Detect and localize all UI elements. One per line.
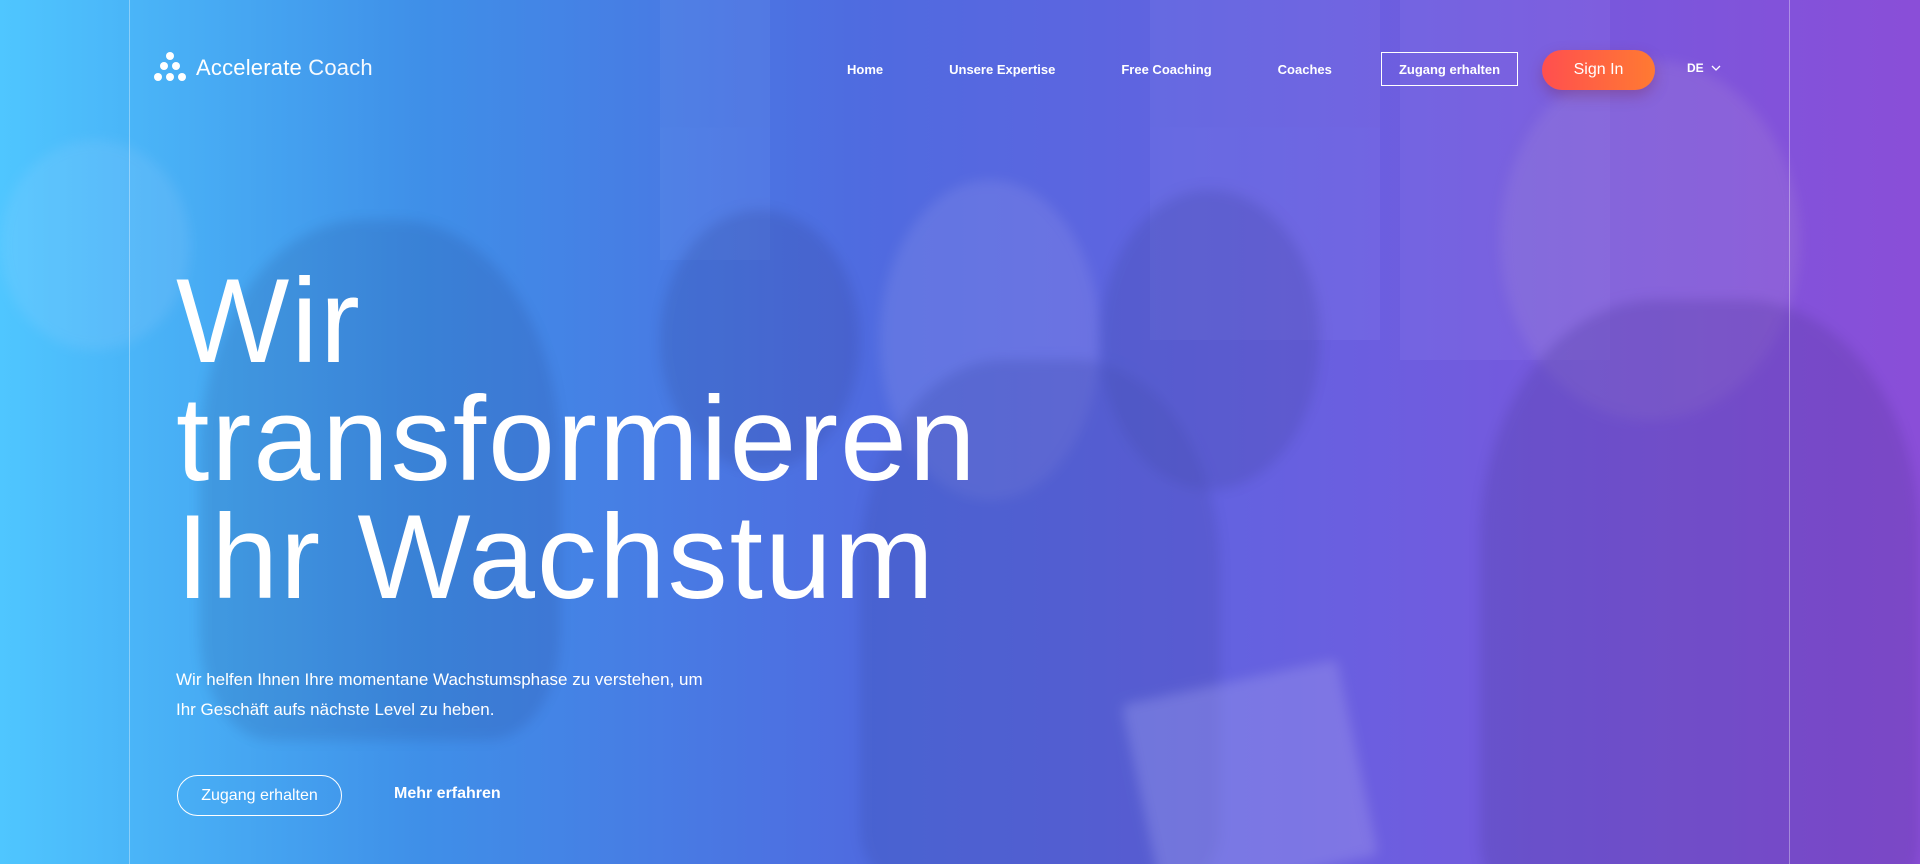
main-nav: Home Unsere Expertise Free Coaching Coac…: [820, 51, 1398, 87]
hero-headline-line: Ihr Wachstum: [176, 490, 936, 624]
nav-home[interactable]: Home: [847, 62, 883, 77]
get-access-cta-button[interactable]: Zugang erhalten: [177, 775, 342, 816]
chevron-down-icon: [1711, 65, 1721, 71]
brand-name: Accelerate Coach: [196, 55, 373, 81]
hero-headline: Wir transformieren Ihr Wachstum: [176, 254, 978, 624]
hero-headline-line: transformieren: [176, 372, 978, 506]
nav-unsere-expertise[interactable]: Unsere Expertise: [949, 62, 1055, 77]
sign-in-button[interactable]: Sign In: [1542, 50, 1655, 90]
hero-headline-line: Wir: [176, 254, 362, 388]
hero-section: Accelerate Coach Home Unsere Expertise F…: [0, 0, 1920, 864]
hero-subtext-line: Ihr Geschäft aufs nächste Level zu heben…: [176, 700, 495, 719]
brand-name-bold: Accelerate: [196, 55, 302, 80]
hero-subtext-line: Wir helfen Ihnen Ihre momentane Wachstum…: [176, 670, 703, 689]
layout-guide-line-left: [129, 0, 130, 864]
nav-coaches[interactable]: Coaches: [1278, 62, 1332, 77]
hero-subtext: Wir helfen Ihnen Ihre momentane Wachstum…: [176, 665, 736, 725]
brand-logo[interactable]: Accelerate Coach: [154, 52, 373, 84]
learn-more-link[interactable]: Mehr erfahren: [394, 785, 501, 803]
dots-triangle-logo-icon: [154, 52, 186, 84]
background-person: [1480, 300, 1920, 864]
language-label: DE: [1687, 61, 1704, 75]
background-person: [0, 140, 190, 350]
nav-free-coaching[interactable]: Free Coaching: [1121, 62, 1211, 77]
get-access-nav-button[interactable]: Zugang erhalten: [1381, 52, 1518, 86]
layout-guide-line-right: [1789, 0, 1790, 864]
brand-name-light: Coach: [308, 55, 373, 80]
language-selector[interactable]: DE: [1687, 61, 1721, 75]
